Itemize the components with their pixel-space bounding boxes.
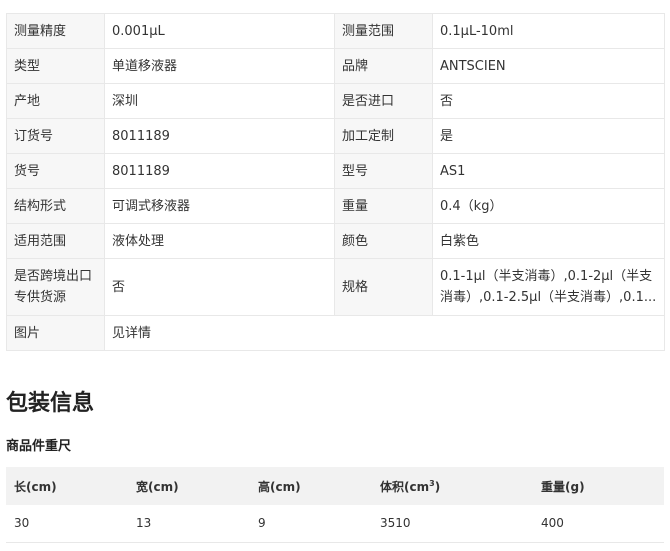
spec-key-text: 是否跨境出口专供货源 xyxy=(14,269,93,305)
spec-value: 0.001μL xyxy=(104,13,335,49)
column-header-weight: 重量(g) xyxy=(533,467,664,505)
volume-label: 体积(cm xyxy=(380,479,430,494)
column-header-volume: 体积(cm3) xyxy=(372,467,533,505)
spec-value: 0.1μL-10ml xyxy=(432,13,665,49)
spec-value: AS1 xyxy=(432,153,665,189)
spec-value: 8011189 xyxy=(104,153,335,189)
table-header-row: 长(cm) 宽(cm) 高(cm) 体积(cm3) 重量(g) xyxy=(6,467,664,505)
spec-key: 是否跨境出口专供货源 xyxy=(6,258,105,316)
spec-value: 否 xyxy=(104,258,335,316)
spec-key: 适用范围 xyxy=(6,223,105,259)
spec-value-text: 0.1-1μl（半支消毒）,0.1-2μl（半支消毒）,0.1-2.5μl（半支… xyxy=(440,269,657,305)
cell-height: 9 xyxy=(250,505,372,543)
column-header-height: 高(cm) xyxy=(250,467,372,505)
spec-key: 货号 xyxy=(6,153,105,189)
cell-length: 30 xyxy=(6,505,128,543)
section-subtitle: 商品件重尺 xyxy=(6,439,72,454)
table-row: 测量精度 0.001μL 测量范围 0.1μL-10ml xyxy=(6,13,665,49)
spec-value: ANTSCIEN xyxy=(432,48,665,84)
spec-value: 白紫色 xyxy=(432,223,665,259)
spec-key: 重量 xyxy=(334,188,433,224)
spec-key: 图片 xyxy=(6,315,105,351)
cell-width: 13 xyxy=(128,505,250,543)
spec-value: 可调式移液器 xyxy=(104,188,335,224)
table-row: 结构形式 可调式移液器 重量 0.4（kg） xyxy=(6,188,665,224)
table-row: 是否跨境出口专供货源 否 规格 0.1-1μl（半支消毒）,0.1-2μl（半支… xyxy=(6,258,665,316)
spec-value: 8011189 xyxy=(104,118,335,154)
table-row: 30 13 9 3510 400 xyxy=(6,505,664,543)
spec-key: 结构形式 xyxy=(6,188,105,224)
spec-key: 颜色 xyxy=(334,223,433,259)
package-table: 长(cm) 宽(cm) 高(cm) 体积(cm3) 重量(g) 30 13 9 … xyxy=(6,467,664,543)
spec-value: 0.1-1μl（半支消毒）,0.1-2μl（半支消毒）,0.1-2.5μl（半支… xyxy=(432,258,665,316)
table-row: 适用范围 液体处理 颜色 白紫色 xyxy=(6,223,665,259)
spec-value: 否 xyxy=(432,83,665,119)
spec-value: 0.4（kg） xyxy=(432,188,665,224)
column-header-width: 宽(cm) xyxy=(128,467,250,505)
spec-value: 单道移液器 xyxy=(104,48,335,84)
volume-label-end: ) xyxy=(434,479,441,494)
spec-key: 类型 xyxy=(6,48,105,84)
spec-key: 规格 xyxy=(334,258,433,316)
section-title: 包装信息 xyxy=(6,391,95,416)
spec-table: 测量精度 0.001μL 测量范围 0.1μL-10ml 类型 单道移液器 品牌… xyxy=(6,13,665,351)
spec-value: 深圳 xyxy=(104,83,335,119)
table-row: 图片 见详情 xyxy=(6,315,665,351)
spec-value: 液体处理 xyxy=(104,223,335,259)
spec-key: 订货号 xyxy=(6,118,105,154)
column-header-length: 长(cm) xyxy=(6,467,128,505)
spec-key: 测量范围 xyxy=(334,13,433,49)
table-row: 货号 8011189 型号 AS1 xyxy=(6,153,665,189)
spec-key: 型号 xyxy=(334,153,433,189)
spec-value: 是 xyxy=(432,118,665,154)
cell-volume: 3510 xyxy=(372,505,533,543)
table-row: 类型 单道移液器 品牌 ANTSCIEN xyxy=(6,48,665,84)
table-row: 产地 深圳 是否进口 否 xyxy=(6,83,665,119)
table-row: 订货号 8011189 加工定制 是 xyxy=(6,118,665,154)
spec-value: 见详情 xyxy=(104,315,665,351)
spec-key: 测量精度 xyxy=(6,13,105,49)
spec-key: 加工定制 xyxy=(334,118,433,154)
spec-key: 是否进口 xyxy=(334,83,433,119)
cell-weight: 400 xyxy=(533,505,664,543)
spec-key: 品牌 xyxy=(334,48,433,84)
spec-key: 产地 xyxy=(6,83,105,119)
